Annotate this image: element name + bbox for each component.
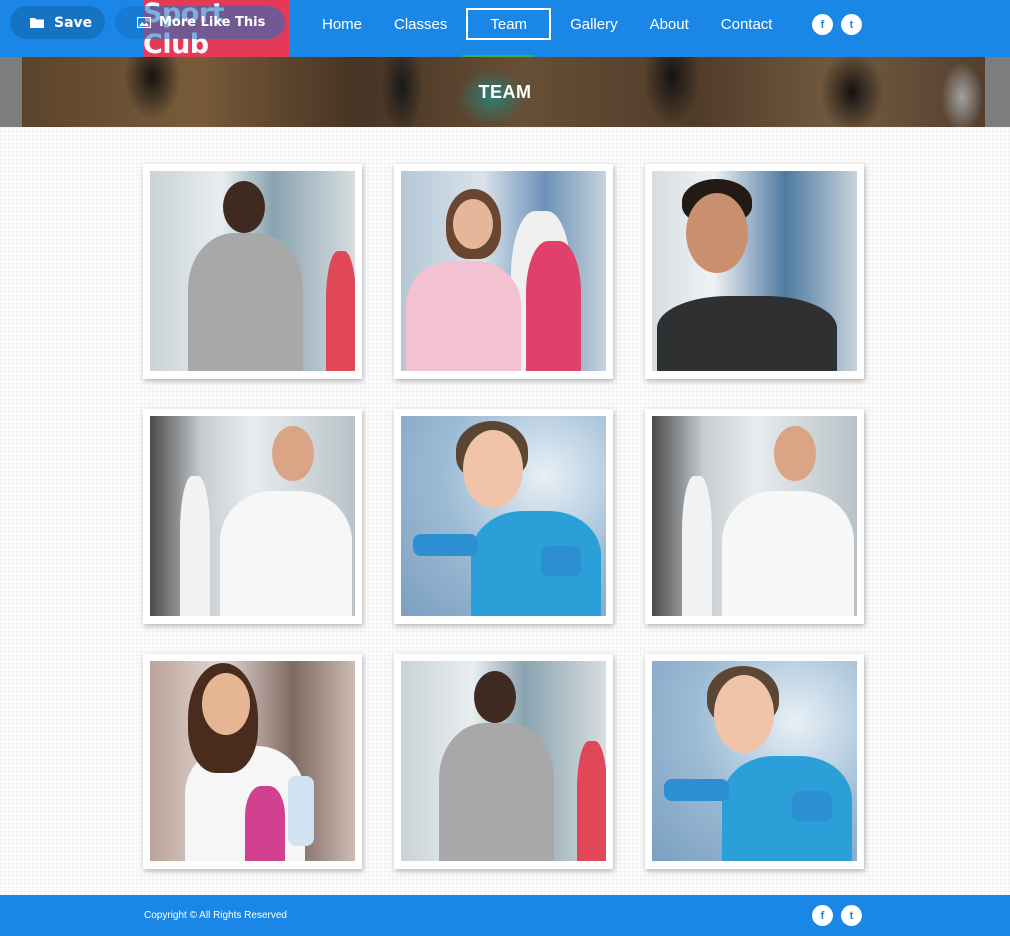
twitter-icon[interactable]: t: [841, 14, 862, 35]
facebook-icon[interactable]: f: [812, 14, 833, 35]
save-button-label: Save: [54, 14, 93, 31]
more-like-this-button[interactable]: More Like This: [115, 6, 285, 39]
team-card[interactable]: [394, 409, 613, 624]
team-photo-woman-towel-water: [150, 661, 355, 861]
team-card[interactable]: [394, 164, 613, 379]
footer-social-links: f t: [812, 905, 862, 926]
team-photo-man-white-shirt-arms-crossed: [652, 416, 857, 616]
header-social-links: f t: [812, 14, 862, 35]
team-photo-man-white-shirt-arms-crossed: [150, 416, 355, 616]
team-card[interactable]: [645, 164, 864, 379]
more-like-this-label: More Like This: [159, 15, 266, 30]
team-card[interactable]: [394, 654, 613, 869]
save-button[interactable]: Save: [10, 6, 105, 39]
team-card[interactable]: [143, 409, 362, 624]
team-card[interactable]: [143, 164, 362, 379]
image-icon: [137, 17, 151, 28]
page-title: TEAM: [478, 81, 532, 102]
team-card[interactable]: [143, 654, 362, 869]
copyright-text: Copyright © All Rights Reserved: [144, 910, 287, 921]
nav-home[interactable]: Home: [309, 8, 375, 40]
facebook-icon[interactable]: f: [812, 905, 833, 926]
team-grid: [0, 127, 1010, 895]
team-photo-woman-pink-jacket: [401, 171, 606, 371]
twitter-icon[interactable]: t: [841, 905, 862, 926]
nav-gallery[interactable]: Gallery: [557, 8, 631, 40]
team-card[interactable]: [645, 409, 864, 624]
team-photo-woman-dumbbells: [401, 416, 606, 616]
team-photo-trainer-man-clipboard: [150, 171, 355, 371]
site-footer: Copyright © All Rights Reserved f t: [0, 895, 1010, 936]
main-nav: Home Classes Team Gallery About Contact: [309, 8, 791, 40]
team-card[interactable]: [645, 654, 864, 869]
nav-team[interactable]: Team: [466, 8, 552, 40]
folder-icon: [30, 17, 44, 28]
team-photo-woman-dumbbells: [652, 661, 857, 861]
nav-about[interactable]: About: [637, 8, 702, 40]
team-photo-man-smiling-black-shirt: [652, 171, 857, 371]
nav-contact[interactable]: Contact: [708, 8, 786, 40]
nav-classes[interactable]: Classes: [381, 8, 460, 40]
team-photo-trainer-man-clipboard: [401, 661, 606, 861]
